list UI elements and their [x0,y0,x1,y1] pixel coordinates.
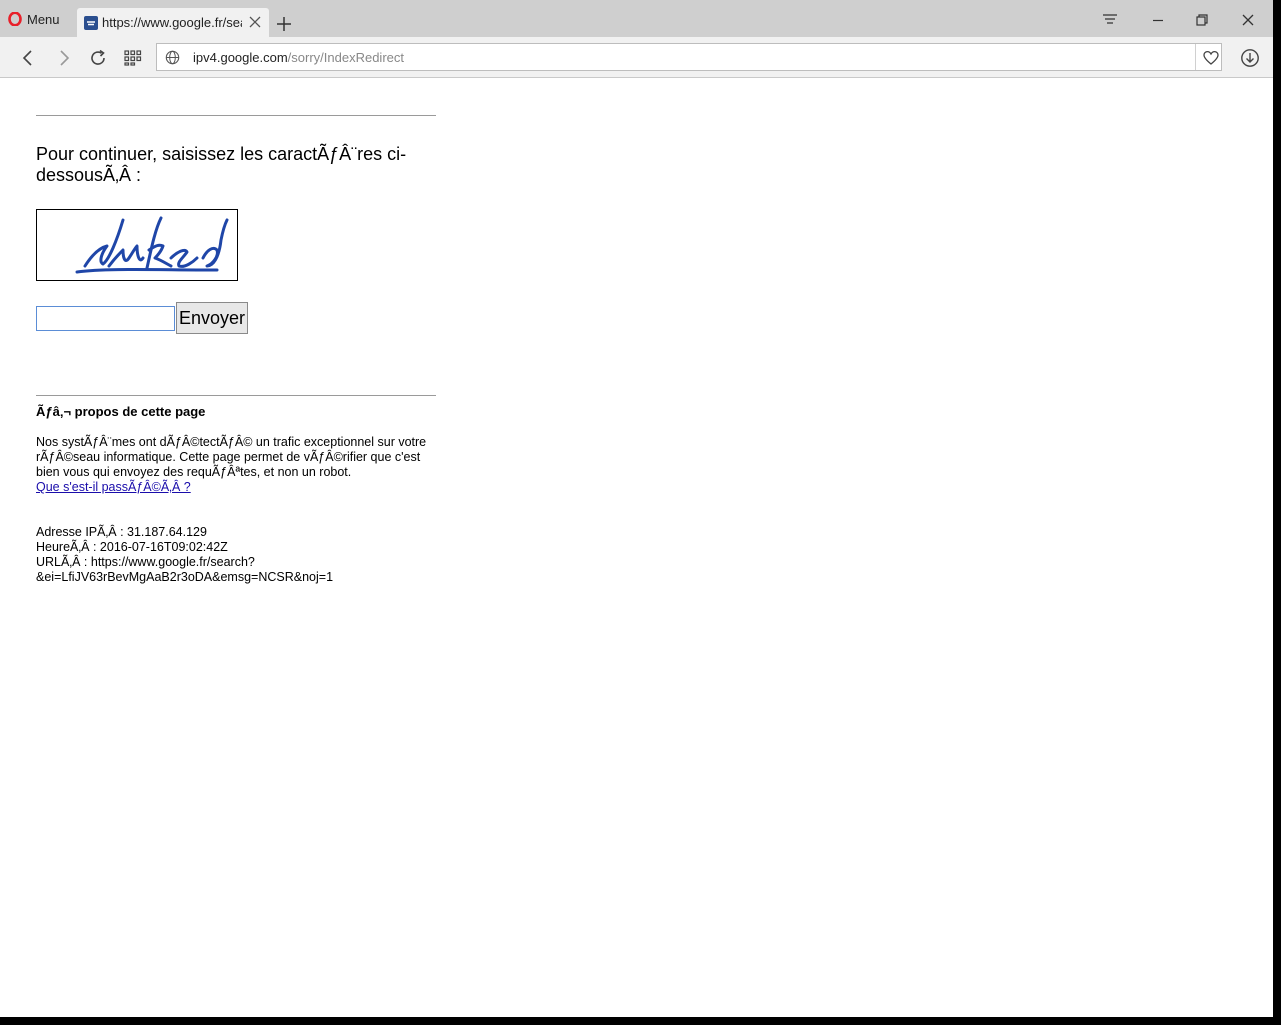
favicon-icon [84,15,98,30]
back-icon[interactable] [18,48,38,68]
captcha-image [36,209,238,281]
url-text[interactable]: ipv4.google.com/sorry/IndexRedirect [193,50,404,65]
url-line-2: &ei=LfiJV63rBevMgAaB2r3oDA&emsg=NCSR&noj… [36,570,334,584]
captcha-glyphs [75,216,229,274]
tab-menu-icon[interactable] [1102,12,1118,28]
forward-icon[interactable] [54,48,74,68]
bottom-divider [36,395,436,396]
tab-active[interactable]: https://www.google.fr/search [77,8,269,37]
url-line-1: URLÃ‚Â : https://www.google.fr/search? [36,555,255,569]
menu-label: Menu [27,11,60,27]
download-icon[interactable] [1240,48,1260,68]
browser-window: Menu https://www.google.fr/search [0,0,1273,1017]
close-window-icon[interactable] [1240,12,1256,28]
opera-logo-icon [8,12,22,26]
speed-dial-grid-icon[interactable] [123,48,143,68]
about-description: Nos systÃƒÂ¨mes ont dÃƒÂ©tectÃƒÂ© un tra… [36,435,436,495]
captcha-input[interactable] [36,306,175,331]
timestamp-line: HeureÃ‚Â : 2016-07-16T09:02:42Z [36,540,228,554]
url-host: ipv4.google.com [193,50,288,65]
address-bar[interactable]: ipv4.google.com/sorry/IndexRedirect [156,43,1222,71]
captcha-prompt: Pour continuer, saisissez les caractÃƒÂ¨… [36,144,407,185]
restore-icon[interactable] [1194,12,1210,28]
page-content: Pour continuer, saisissez les caractÃƒÂ¨… [0,78,1273,1017]
tab-strip: Menu https://www.google.fr/search [0,0,1273,37]
tab-title: https://www.google.fr/search [102,15,242,30]
address-bar-divider [1195,44,1196,70]
top-divider [36,115,436,116]
request-info: Adresse IPÃ‚Â : 31.187.64.129 HeureÃ‚Â :… [36,525,436,585]
reload-icon[interactable] [88,48,108,68]
heart-bookmark-icon[interactable] [1203,50,1219,66]
submit-button[interactable]: Envoyer [176,302,249,334]
about-heading: Ãƒâ‚¬ propos de cette page [36,404,206,419]
minimize-icon[interactable] [1150,12,1166,28]
navigation-toolbar: ipv4.google.com/sorry/IndexRedirect [0,37,1273,78]
new-tab-icon[interactable] [276,16,292,32]
ip-address-line: Adresse IPÃ‚Â : 31.187.64.129 [36,525,207,539]
globe-icon [165,50,180,65]
about-body: Nos systÃƒÂ¨mes ont dÃƒÂ©tectÃƒÂ© un tra… [36,435,427,479]
url-path: /sorry/IndexRedirect [287,50,404,65]
close-tab-icon[interactable] [249,16,261,28]
what-happened-link[interactable]: Que s'est-il passÃƒÂ©Ã‚Â ? [36,480,191,494]
opera-menu-button[interactable]: Menu [8,8,60,30]
